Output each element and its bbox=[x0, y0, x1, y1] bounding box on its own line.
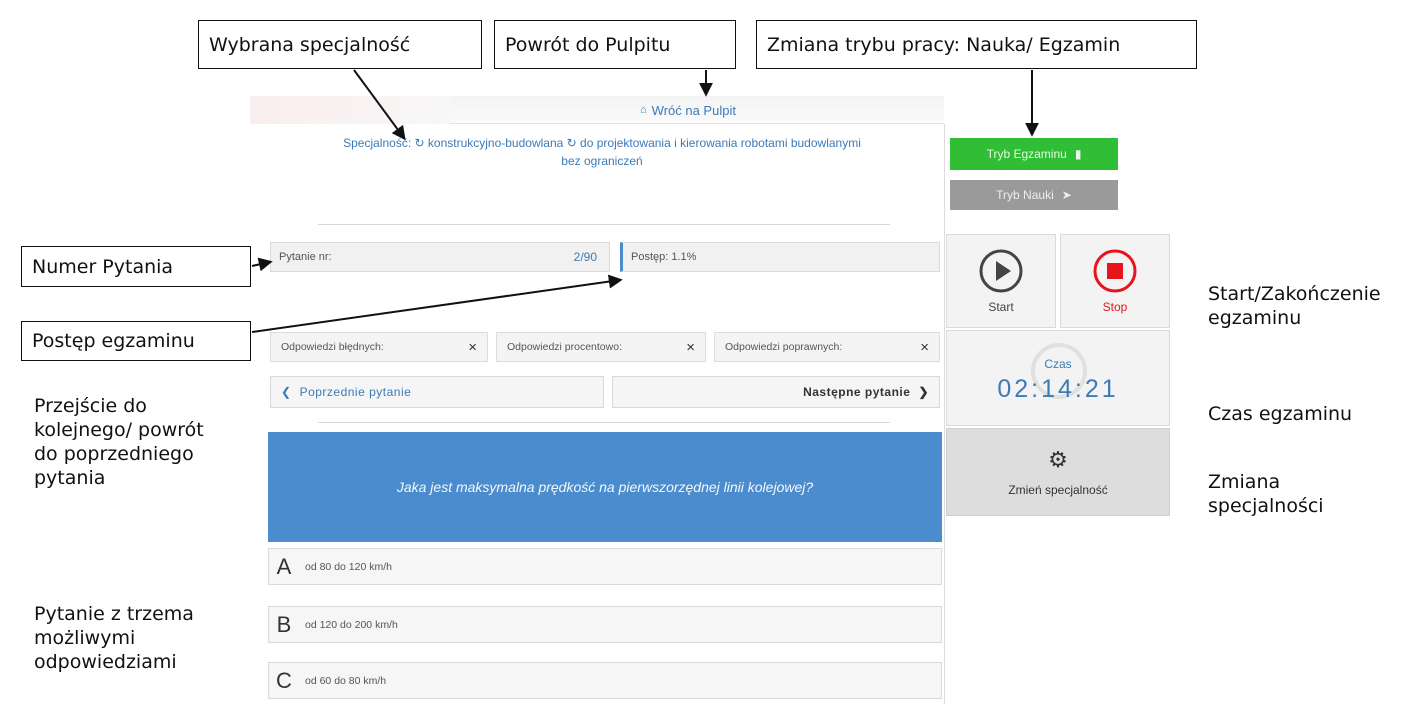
start-label: Start bbox=[988, 300, 1014, 314]
question-number-value: 2/90 bbox=[573, 250, 597, 264]
specialty-line1: konstrukcyjno-budowlana bbox=[427, 136, 564, 150]
change-specialty-button[interactable]: ⚙ Zmień specjalność bbox=[946, 428, 1170, 516]
prev-question-button[interactable]: ❮ Poprzednie pytanie bbox=[270, 376, 604, 408]
timer-title: Czas bbox=[1044, 357, 1072, 371]
callout-mode-change: Zmiana trybu pracy: Nauka/ Egzamin bbox=[756, 20, 1197, 69]
callout-selected-specialty: Wybrana specjalność bbox=[198, 20, 482, 69]
learn-mode-button[interactable]: Tryb Nauki ➤ bbox=[950, 180, 1118, 210]
note-navigation: Przejście do kolejnego/ powrót do poprze… bbox=[34, 395, 204, 489]
close-icon: × bbox=[468, 338, 477, 356]
start-button[interactable]: Start bbox=[946, 234, 1056, 328]
specialty-breadcrumb: Specjalność: ↻ konstrukcyjno-budowlana ↻… bbox=[262, 134, 942, 170]
exam-timer: Czas 02:14:21 bbox=[946, 330, 1170, 426]
correct-answers-box: Odpowiedzi poprawnych: × bbox=[714, 332, 940, 362]
option-letter: C bbox=[276, 667, 292, 693]
note-exam-time: Czas egzaminu bbox=[1208, 403, 1353, 425]
option-letter: A bbox=[276, 553, 292, 579]
chevron-icon: ↻ bbox=[414, 136, 428, 150]
note-question-three: Pytanie z trzema możliwymi odpowiedziami bbox=[34, 603, 194, 673]
wrong-answers-label: Odpowiedzi błędnych: bbox=[281, 341, 384, 353]
percent-answers-box: Odpowiedzi procentowo: × bbox=[496, 332, 706, 362]
specialty-line3: bez ograniczeń bbox=[561, 154, 643, 168]
divider bbox=[318, 422, 890, 423]
note-change-specialty: Zmiana specjalności bbox=[1208, 471, 1324, 517]
callout-question-number: Numer Pytania bbox=[21, 246, 251, 287]
specialty-label: Specjalność: bbox=[343, 136, 412, 150]
question-text: Jaka jest maksymalna prędkość na pierwsz… bbox=[268, 432, 942, 542]
option-text: od 120 do 200 km/h bbox=[305, 618, 398, 631]
specialty-line2: do projektowania i kierowania robotami b… bbox=[580, 136, 861, 150]
chevron-left-icon: ❮ bbox=[281, 385, 292, 399]
stop-icon bbox=[1093, 249, 1137, 293]
back-link-label: Wróć na Pulpit bbox=[651, 102, 736, 118]
play-icon bbox=[979, 249, 1023, 293]
answer-option-c[interactable]: C od 60 do 80 km/h bbox=[268, 662, 942, 699]
stop-label: Stop bbox=[1102, 300, 1128, 314]
home-icon: ⌂ bbox=[640, 104, 647, 116]
correct-answers-label: Odpowiedzi poprawnych: bbox=[725, 341, 843, 353]
exam-mode-label: Tryb Egzaminu bbox=[986, 147, 1067, 161]
exam-mode-button[interactable]: Tryb Egzaminu ▮ bbox=[950, 138, 1118, 170]
next-question-label: Następne pytanie bbox=[803, 385, 911, 399]
note-start-stop: Start/Zakończenie egzaminu bbox=[1208, 283, 1381, 329]
answer-option-a[interactable]: A od 80 do 120 km/h bbox=[268, 548, 942, 585]
timer-value: 02:14:21 bbox=[997, 375, 1119, 403]
chevron-icon: ↻ bbox=[566, 136, 581, 150]
next-question-button[interactable]: Następne pytanie ❯ bbox=[612, 376, 940, 408]
divider bbox=[318, 224, 890, 225]
stop-button[interactable]: Stop bbox=[1060, 234, 1170, 328]
chevron-right-icon: ❯ bbox=[918, 385, 929, 399]
panel-divider bbox=[944, 124, 945, 704]
arrow-right-icon: ➤ bbox=[1061, 188, 1072, 202]
close-icon: × bbox=[686, 338, 695, 356]
learn-mode-label: Tryb Nauki bbox=[996, 188, 1054, 202]
percent-answers-label: Odpowiedzi procentowo: bbox=[507, 341, 622, 353]
question-number-box: Pytanie nr: 2/90 bbox=[270, 242, 610, 272]
lock-icon: ▮ bbox=[1074, 147, 1082, 161]
question-number-label: Pytanie nr: bbox=[279, 251, 332, 263]
progress-box: Postęp: 1.1% bbox=[620, 242, 940, 272]
change-specialty-label: Zmień specjalność bbox=[1008, 483, 1108, 497]
callout-back-to-dashboard: Powrót do Pulpitu bbox=[494, 20, 736, 69]
wrong-answers-box: Odpowiedzi błędnych: × bbox=[270, 332, 488, 362]
gears-icon: ⚙ bbox=[1048, 447, 1068, 472]
option-text: od 80 do 120 km/h bbox=[305, 560, 392, 573]
option-text: od 60 do 80 km/h bbox=[305, 674, 387, 687]
prev-question-label: Poprzednie pytanie bbox=[299, 385, 412, 399]
option-letter: B bbox=[276, 611, 292, 637]
progress-label: Postęp: 1.1% bbox=[631, 251, 697, 263]
back-to-dashboard-link[interactable]: ⌂ Wróć na Pulpit bbox=[640, 98, 736, 122]
answer-option-b[interactable]: B od 120 do 200 km/h bbox=[268, 606, 942, 643]
callout-exam-progress: Postęp egzaminu bbox=[21, 321, 251, 361]
top-bar bbox=[250, 96, 944, 124]
close-icon: × bbox=[920, 338, 929, 356]
